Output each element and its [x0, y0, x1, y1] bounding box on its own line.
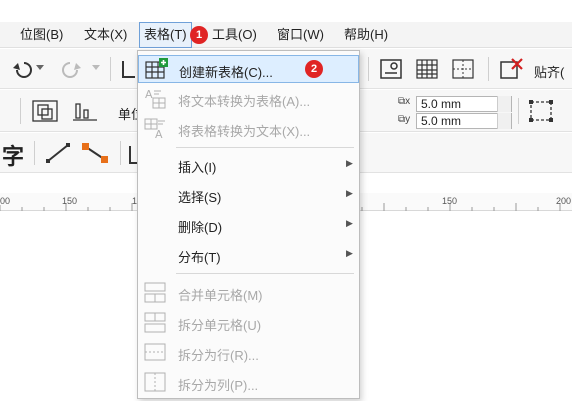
menu-item-label: 将文本转换为表格(A)... — [178, 94, 311, 109]
menu-item-label: 拆分为列(P)... — [178, 378, 259, 393]
y-axis-icon: ⧉y — [398, 114, 411, 125]
menubar: 位图(B) 文本(X) 表格(T) 工具(O) 窗口(W) 帮助(H) 1 — [0, 22, 572, 48]
text-tool[interactable]: 字 — [2, 139, 24, 171]
menu-item-label: 创建新表格(C)... — [179, 65, 273, 80]
menu-merge-cells[interactable]: 合并单元格(M) — [138, 279, 359, 307]
menu-split-rows[interactable]: 拆分为行(R)... — [138, 339, 359, 367]
submenu-arrow-icon: ▶ — [346, 218, 353, 228]
menu-table[interactable]: 表格(T) — [139, 22, 192, 48]
menu-item-label: 将表格转换为文本(X)... — [178, 124, 311, 139]
menu-split-cells[interactable]: 拆分单元格(U) — [138, 309, 359, 337]
redo-icon[interactable] — [60, 59, 86, 79]
y-position-input[interactable]: 5.0 mm — [416, 113, 512, 129]
x-position-stepper[interactable] — [497, 96, 511, 112]
menu-item-label: 拆分单元格(U) — [178, 318, 262, 333]
redo-dropdown-icon[interactable] — [92, 65, 100, 71]
align-bottom-icon[interactable] — [70, 98, 100, 124]
menu-text[interactable]: 文本(X) — [80, 22, 131, 48]
menu-delete[interactable]: 删除(D) ▶ — [138, 211, 359, 239]
menu-tools[interactable]: 工具(O) — [208, 22, 261, 48]
arrange-front-icon[interactable] — [30, 98, 60, 124]
x-position-value: 5.0 mm — [421, 97, 462, 111]
app-window: 位图(B) 文本(X) 表格(T) 工具(O) 窗口(W) 帮助(H) 1 贴齐… — [0, 0, 572, 401]
y-position-value: 5.0 mm — [421, 114, 462, 128]
connector-tool-icon[interactable] — [80, 141, 110, 165]
bounding-box-icon[interactable] — [526, 98, 556, 124]
menu-item-label: 拆分为行(R)... — [178, 348, 259, 363]
menu-split-columns[interactable]: 拆分为列(P)... — [138, 369, 359, 397]
menu-distribute[interactable]: 分布(T) ▶ — [138, 241, 359, 269]
align-tool-icon[interactable] — [378, 57, 404, 81]
menu-separator — [176, 147, 354, 148]
x-position-input[interactable]: 5.0 mm — [416, 96, 512, 112]
x-axis-icon: ⧉x — [398, 96, 411, 107]
undo-icon[interactable] — [8, 59, 34, 79]
table-new-icon — [145, 58, 168, 79]
ruler-tick-label: 200 — [556, 196, 572, 206]
menu-table-label: 表格(T) — [144, 27, 187, 42]
snap-off-icon[interactable] — [498, 57, 524, 81]
line-tool-icon[interactable] — [44, 141, 72, 165]
menu-separator — [176, 273, 354, 274]
table-menu-dropdown: 创建新表格(C)... 2 A 将文本转换为表格(A)... A 将表格转换为文… — [137, 50, 360, 399]
submenu-arrow-icon: ▶ — [346, 248, 353, 258]
menu-insert[interactable]: 插入(I) ▶ — [138, 151, 359, 179]
split-rows-icon — [144, 343, 166, 361]
step-badge-1: 1 — [190, 26, 208, 44]
menu-create-new-table[interactable]: 创建新表格(C)... 2 — [138, 55, 359, 83]
menu-window[interactable]: 窗口(W) — [273, 22, 328, 48]
menu-item-label: 合并单元格(M) — [178, 288, 263, 303]
ruler-tick-label: 150 — [62, 196, 78, 206]
snap-to-label[interactable]: 贴齐( — [534, 62, 564, 81]
step-badge-2: 2 — [305, 60, 323, 78]
split-columns-icon — [144, 372, 166, 392]
merge-cells-icon — [144, 282, 166, 303]
ruler-tick-label: 150 — [442, 196, 458, 206]
ruler-tick-label: 00 — [0, 196, 11, 206]
menu-item-label: 分布(T) — [178, 250, 221, 265]
import-icon[interactable] — [120, 58, 138, 80]
menu-text-to-table[interactable]: A 将文本转换为表格(A)... — [138, 85, 359, 113]
menu-item-label: 插入(I) — [178, 160, 217, 175]
text-to-table-icon: A — [145, 88, 166, 109]
table-to-text-icon: A — [144, 118, 165, 139]
submenu-arrow-icon: ▶ — [346, 188, 353, 198]
svg-text:A: A — [155, 128, 163, 139]
menu-item-label: 选择(S) — [178, 190, 222, 205]
menu-help[interactable]: 帮助(H) — [340, 22, 392, 48]
submenu-arrow-icon: ▶ — [346, 158, 353, 168]
undo-dropdown-icon[interactable] — [36, 65, 44, 71]
guidelines-icon[interactable] — [450, 57, 476, 81]
y-position-stepper[interactable] — [497, 113, 511, 129]
menu-bitmap[interactable]: 位图(B) — [16, 22, 67, 48]
svg-text:A: A — [145, 88, 153, 101]
menu-item-label: 删除(D) — [178, 220, 223, 235]
split-cells-icon — [144, 312, 166, 333]
grid-icon[interactable] — [414, 57, 440, 81]
menu-table-to-text[interactable]: A 将表格转换为文本(X)... — [138, 115, 359, 143]
menu-select[interactable]: 选择(S) ▶ — [138, 181, 359, 209]
